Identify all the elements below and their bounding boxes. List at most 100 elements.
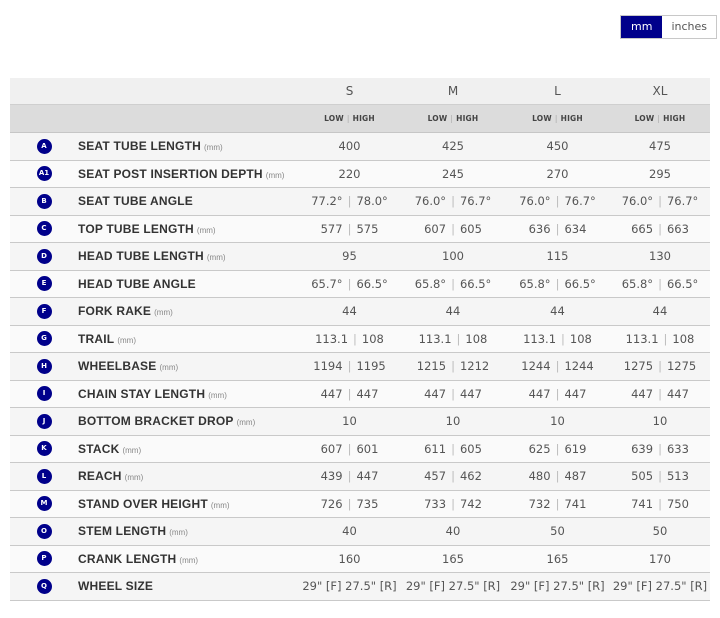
unit-mm-button[interactable]: mm xyxy=(621,16,663,38)
separator: | xyxy=(450,114,454,123)
measurement-badge-icon: H xyxy=(36,358,52,374)
measurement-label-cell: FORK RAKE (mm) xyxy=(78,297,298,326)
high-value: 108 xyxy=(361,331,384,346)
measurement-label-cell: STEM LENGTH (mm) xyxy=(78,517,298,546)
high-value: 1244 xyxy=(564,359,594,374)
badge-cell: B xyxy=(10,187,78,216)
measurement-label: TRAIL xyxy=(78,331,115,346)
separator: | xyxy=(555,194,560,209)
badge-cell: H xyxy=(10,352,78,381)
high-value: 462 xyxy=(459,469,482,484)
separator: | xyxy=(658,469,662,484)
measurement-label: WHEELBASE xyxy=(78,359,157,374)
table-row: L REACH (mm) 439 | 447 457 | 462 480 | 487 505 | 513 xyxy=(10,462,710,491)
unit-inches-button[interactable]: inches xyxy=(662,16,716,38)
high-value: 513 xyxy=(666,469,689,484)
high-value: 78.0° xyxy=(356,194,388,209)
value-cell-m: 40 xyxy=(401,517,505,546)
measurement-badge-icon: J xyxy=(36,413,52,429)
measurement-label: WHEEL SIZE xyxy=(78,579,154,594)
low-value: 480 xyxy=(528,469,551,484)
badge-cell: A1 xyxy=(10,160,78,188)
table-row: A SEAT TUBE LENGTH (mm) 400 425 450 475 xyxy=(10,132,710,161)
value-cell-xl: 76.0° | 76.7° xyxy=(610,187,710,216)
low-high-header-l: LOW | HIGH xyxy=(505,104,610,133)
size-header-xl: XL xyxy=(610,78,710,105)
size-header-l: L xyxy=(505,78,610,105)
measurement-label: SEAT TUBE LENGTH xyxy=(78,139,201,154)
low-value: 665 xyxy=(631,221,654,236)
separator: | xyxy=(346,114,350,123)
low-value: 76.0° xyxy=(414,194,447,209)
measurement-badge-icon: C xyxy=(36,221,52,237)
separator: | xyxy=(658,441,662,456)
measurement-label: STAND OVER HEIGHT xyxy=(78,496,208,511)
separator: | xyxy=(347,221,352,236)
badge-cell: D xyxy=(10,242,78,271)
badge-cell: G xyxy=(10,325,78,353)
measurement-badge-icon: F xyxy=(36,303,52,319)
value-cell-xl: 447 | 447 xyxy=(610,380,710,408)
measurement-badge-icon: B xyxy=(36,193,52,209)
table-row: B SEAT TUBE ANGLE 77.2° | 78.0° 76.0° | 76.7° 76… xyxy=(10,187,710,216)
value-cell-s: 726 | 735 xyxy=(298,490,401,518)
measurement-label-cell: STAND OVER HEIGHT (mm) xyxy=(78,490,298,518)
badge-cell: E xyxy=(10,270,78,298)
low-value: 1194 xyxy=(313,359,343,374)
low-value: 607 xyxy=(424,221,447,236)
measurement-unit: (mm) xyxy=(265,170,285,180)
low-value: 439 xyxy=(320,469,343,484)
measurement-unit: (mm) xyxy=(236,418,256,428)
measurement-badge-icon: Q xyxy=(36,578,52,594)
low-value: 733 xyxy=(424,496,447,511)
value-cell-xl: 295 xyxy=(610,160,710,188)
low-value: 741 xyxy=(631,496,654,511)
table-row: C TOP TUBE LENGTH (mm) 577 | 575 607 | 605 636 | 63… xyxy=(10,215,710,243)
value-cell-l: 65.8° | 66.5° xyxy=(505,270,610,298)
value-cell-xl: 50 xyxy=(610,517,710,546)
separator: | xyxy=(658,386,662,401)
separator: | xyxy=(347,194,352,209)
size-header-s: S xyxy=(298,78,401,105)
value-cell-xl: 44 xyxy=(610,297,710,326)
table-row: K STACK (mm) 607 | 601 611 | 605 625 | 619 639 | 633 xyxy=(10,435,710,463)
table-row: F FORK RAKE (mm) 44 44 44 44 xyxy=(10,297,710,326)
high-value: 447 xyxy=(459,386,482,401)
value-cell-s: 577 | 575 xyxy=(298,215,401,243)
value-cell-l: 115 xyxy=(505,242,610,271)
low-label: LOW xyxy=(324,114,344,123)
value-cell-xl: 741 | 750 xyxy=(610,490,710,518)
value-cell-s: 44 xyxy=(298,297,401,326)
value-cell-s: 95 xyxy=(298,242,401,271)
measurement-badge-icon: M xyxy=(36,496,52,512)
measurement-badge-icon: K xyxy=(36,441,52,457)
high-value: 66.5° xyxy=(564,276,596,291)
high-value: 1275 xyxy=(666,359,697,374)
low-high-header-m: LOW | HIGH xyxy=(401,104,505,133)
low-value: 607 xyxy=(320,441,343,456)
measurement-badge-icon: A1 xyxy=(36,166,52,182)
value-cell-s: 113.1 | 108 xyxy=(298,325,401,353)
value-cell-m: 100 xyxy=(401,242,505,271)
value-cell-xl: 505 | 513 xyxy=(610,462,710,491)
high-value: 1195 xyxy=(356,359,386,374)
high-label: HIGH xyxy=(560,114,583,123)
value-cell-m: 65.8° | 66.5° xyxy=(401,270,505,298)
high-label: HIGH xyxy=(456,114,479,123)
value-cell-l: 10 xyxy=(505,407,610,436)
low-value: 625 xyxy=(528,441,551,456)
separator: | xyxy=(657,114,661,123)
high-value: 66.5° xyxy=(666,276,699,291)
measurement-label: BOTTOM BRACKET DROP xyxy=(78,414,234,429)
measurement-label: CRANK LENGTH xyxy=(78,551,177,566)
high-value: 447 xyxy=(356,469,379,484)
low-value: 611 xyxy=(424,441,447,456)
high-value: 76.7° xyxy=(564,194,596,209)
value-cell-s: 400 xyxy=(298,132,401,161)
separator: | xyxy=(555,386,560,401)
measurement-unit: (mm) xyxy=(159,363,179,373)
value-cell-m: 165 xyxy=(401,545,505,573)
high-value: 487 xyxy=(564,469,587,484)
value-cell-l: 76.0° | 76.7° xyxy=(505,187,610,216)
measurement-label-cell: WHEEL SIZE xyxy=(78,572,298,601)
